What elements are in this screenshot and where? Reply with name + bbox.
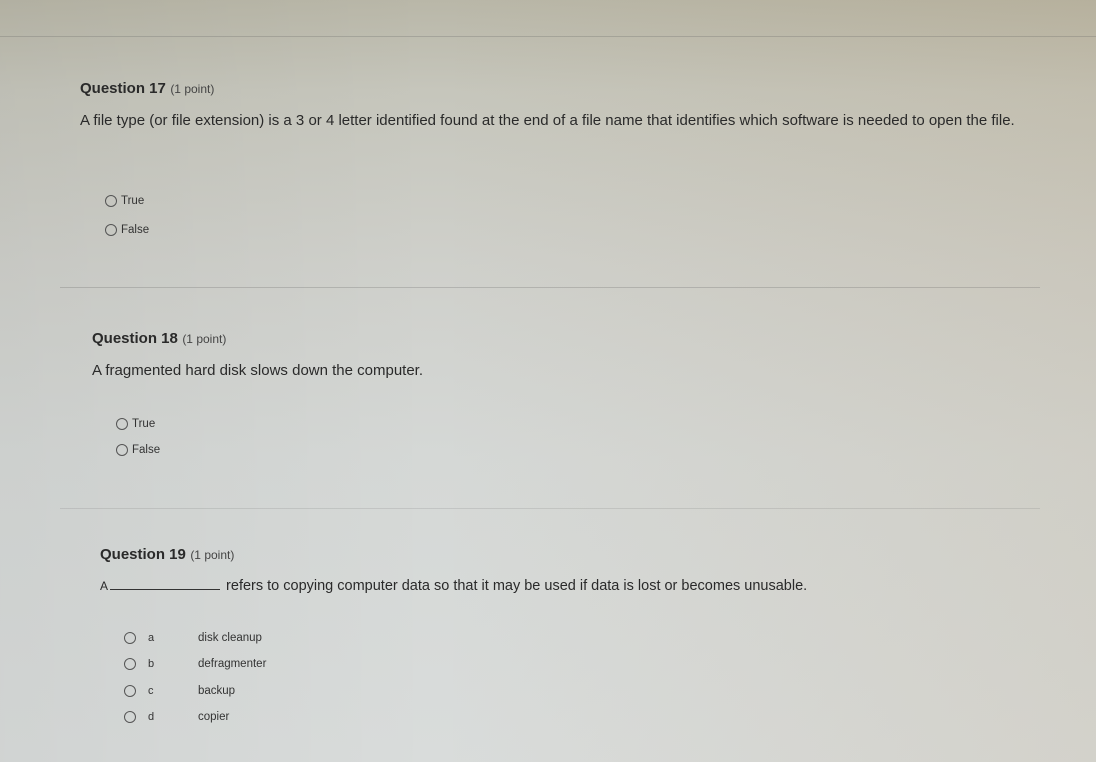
- question-header: Question 18 (1 point): [92, 330, 992, 348]
- question-number: Question 19: [100, 546, 186, 563]
- radio-button[interactable]: [124, 685, 136, 697]
- question-text: A refers to copying computer data so tha…: [100, 574, 1000, 599]
- option-label: backup: [198, 685, 236, 697]
- option-c[interactable]: c backup: [124, 685, 235, 697]
- option-label: False: [121, 224, 150, 236]
- question-number: Question 18: [92, 330, 178, 347]
- radio-button[interactable]: [124, 658, 136, 670]
- question-divider: [60, 508, 1040, 509]
- option-label: False: [132, 444, 161, 456]
- question-header: Question 17 (1 point): [80, 80, 1060, 98]
- question-text: A fragmented hard disk slows down the co…: [92, 362, 424, 379]
- option-b[interactable]: b defragmenter: [124, 658, 266, 670]
- radio-button[interactable]: [116, 418, 128, 430]
- question-divider: [60, 287, 1040, 288]
- option-label: defragmenter: [198, 658, 267, 670]
- radio-button[interactable]: [105, 195, 117, 207]
- question-points: (1 point): [170, 82, 215, 96]
- option-a[interactable]: a disk cleanup: [124, 632, 262, 644]
- option-letter: b: [148, 658, 155, 670]
- radio-button[interactable]: [116, 444, 128, 456]
- question-points: (1 point): [182, 332, 227, 346]
- question-number: Question 17: [80, 80, 166, 97]
- option-label: True: [132, 418, 156, 430]
- option-label: disk cleanup: [198, 632, 262, 644]
- option-d[interactable]: d copier: [124, 711, 229, 723]
- option-true[interactable]: True: [116, 418, 155, 430]
- question-19: Question 19 (1 point) A refers to copyin…: [100, 546, 1000, 599]
- option-label: copier: [198, 711, 230, 723]
- fill-in-blank: [110, 577, 221, 590]
- top-divider: [0, 36, 1096, 37]
- option-letter: d: [148, 711, 155, 723]
- option-letter: a: [148, 632, 155, 644]
- question-18: Question 18 (1 point) A fragmented hard …: [92, 330, 992, 383]
- text-before-blank: A: [100, 579, 109, 593]
- radio-button[interactable]: [105, 224, 117, 236]
- radio-button[interactable]: [124, 632, 136, 644]
- option-label: True: [121, 195, 145, 207]
- question-text: A file type (or file extension) is a 3 o…: [80, 112, 1015, 129]
- option-false[interactable]: False: [116, 444, 160, 456]
- radio-button[interactable]: [124, 711, 136, 723]
- option-true[interactable]: True: [105, 195, 144, 207]
- question-points: (1 point): [190, 548, 235, 562]
- option-false[interactable]: False: [105, 224, 149, 236]
- option-letter: c: [148, 685, 154, 697]
- question-17: Question 17 (1 point) A file type (or fi…: [80, 80, 1060, 133]
- text-after-blank: refers to copying computer data so that …: [226, 578, 808, 594]
- question-header: Question 19 (1 point): [100, 546, 1000, 564]
